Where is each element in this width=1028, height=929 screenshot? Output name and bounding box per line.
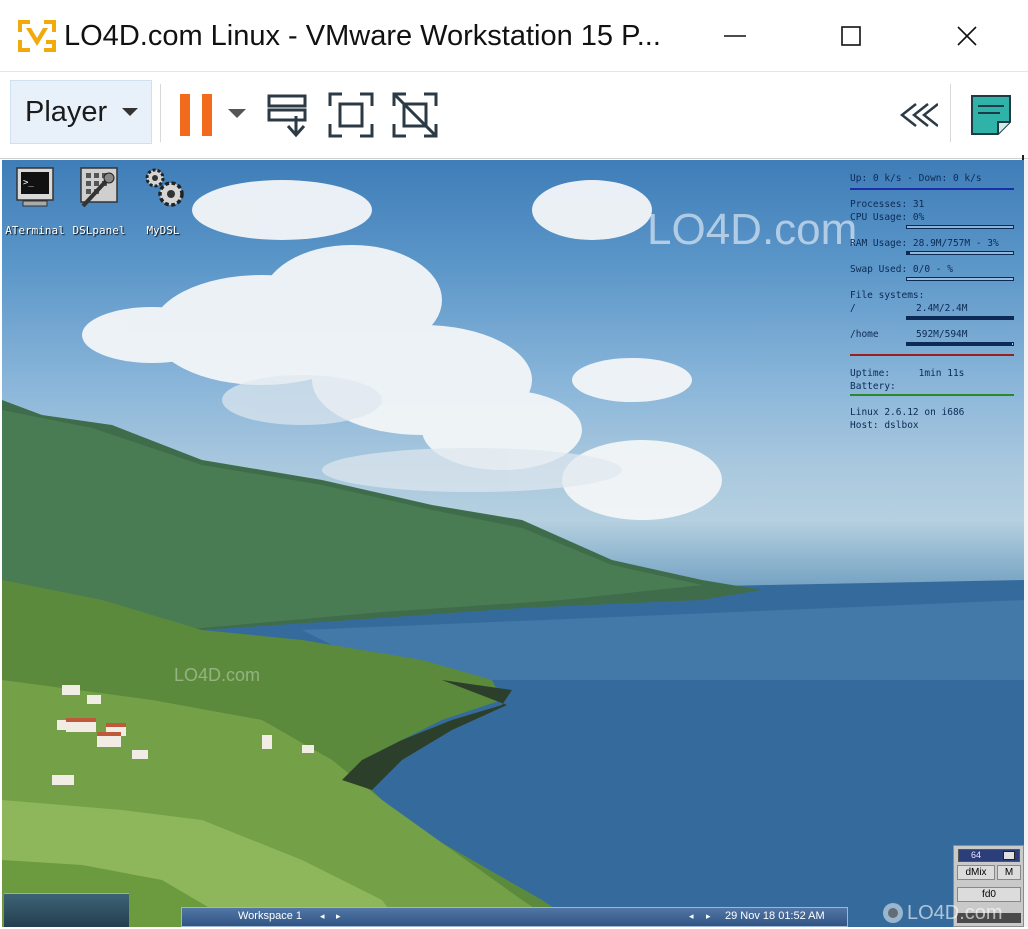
power-dropdown-chevron-icon[interactable] [227,108,247,119]
desktop-icon-aterminal[interactable]: >_ ATerminal [2,166,70,237]
process-count: Processes: 31 [850,199,925,210]
lo4d-watermark-icon [883,903,903,923]
dmix-button[interactable]: dMix [957,865,995,880]
next-workspace-icon[interactable]: ▸ [336,911,341,922]
player-menu-label: Player [25,95,108,128]
clock: 29 Nov 18 01:52 AM [725,910,825,922]
vm-scrollbar[interactable] [1024,160,1028,927]
notes-icon[interactable] [970,94,1012,136]
ram-usage: RAM Usage: 28.9M/757M - 3% [850,238,999,249]
divider [850,394,1014,396]
window-title: LO4D.com Linux - VMware Workstation 15 P… [64,20,661,52]
cpu-usage: CPU Usage: 0% [850,212,925,223]
toolbar: Player [0,72,1028,159]
full-screen-icon[interactable] [328,92,374,138]
maximize-icon [841,26,861,46]
watermark-text-small: LO4D.com [174,665,261,685]
divider [850,188,1014,190]
toolbar-separator [160,84,161,142]
volume-knob[interactable] [1003,851,1015,860]
chevron-down-icon [122,108,138,116]
volume-value: 64 [971,850,982,860]
send-ctrl-alt-del-icon[interactable] [266,92,312,138]
control-panel-icon [80,167,118,208]
vm-guest-screen[interactable]: >_ ATerminal DSLpanel MyDSL LO4D.com LO4… [2,160,1024,927]
kernel-info: Linux 2.6.12 on i686 [850,407,965,418]
desktop-icon-label: DSLpanel [72,224,126,237]
fd0-button[interactable]: fd0 [957,887,1021,902]
fs-home-name: /home [850,329,879,340]
mute-button[interactable]: M [997,865,1021,880]
prev-workspace-icon[interactable]: ◂ [320,911,325,922]
watermark-text-corner: LO4D.com [907,902,1003,924]
watermark-text: LO4D.com [647,205,858,254]
gears-icon [145,168,184,207]
fs-home-value: 592M/594M [916,329,968,340]
start-area[interactable] [4,893,129,927]
swap-usage-bar [906,277,1014,281]
fs-root-bar [906,316,1014,320]
filesystems-title: File systems: [850,290,925,301]
workspace-label[interactable]: Workspace 1 [238,910,302,922]
fs-home-bar [906,342,1014,346]
maximize-button[interactable] [822,0,880,72]
host-info: Host: dslbox [850,420,919,431]
taskbar: Workspace 1 ◂ ▸ ◂ ▸ 29 Nov 18 01:52 AM [181,907,848,927]
minimize-button[interactable] [706,0,764,72]
fs-root-value: 2.4M/2.4M [916,303,968,314]
svg-text:>_: >_ [23,178,34,188]
net-speed: Up: 0 k/s - Down: 0 k/s [850,173,982,184]
desktop-icon-label: MyDSL [146,224,180,237]
close-button[interactable] [938,0,996,72]
uptime: Uptime: 1min 11s [850,368,965,379]
double-chevron-left-icon[interactable] [898,102,938,128]
title-bar: LO4D.com Linux - VMware Workstation 15 P… [0,0,1028,72]
ram-usage-bar [906,251,1014,255]
desktop-icon-mydsl[interactable]: MyDSL [128,166,198,237]
next-task-icon[interactable]: ▸ [706,911,711,922]
cpu-usage-bar [906,225,1014,229]
unity-mode-icon[interactable] [392,92,438,138]
player-menu-button[interactable]: Player [10,80,152,144]
pause-icon[interactable] [180,94,214,136]
toolbar-separator [950,84,951,142]
desktop-icon-dslpanel[interactable]: DSLpanel [64,166,134,237]
swap-usage: Swap Used: 0/0 - % [850,264,953,275]
terminal-icon: >_ [16,167,54,207]
fs-root-name: / [850,303,856,314]
vmware-logo-icon [18,20,56,52]
desktop-icon-label: ATerminal [5,224,65,237]
prev-task-icon[interactable]: ◂ [689,911,694,922]
minimize-icon [724,35,746,37]
close-icon [957,26,977,46]
divider [850,354,1014,356]
volume-slider[interactable]: 64 [958,849,1020,862]
battery: Battery: [850,381,896,392]
